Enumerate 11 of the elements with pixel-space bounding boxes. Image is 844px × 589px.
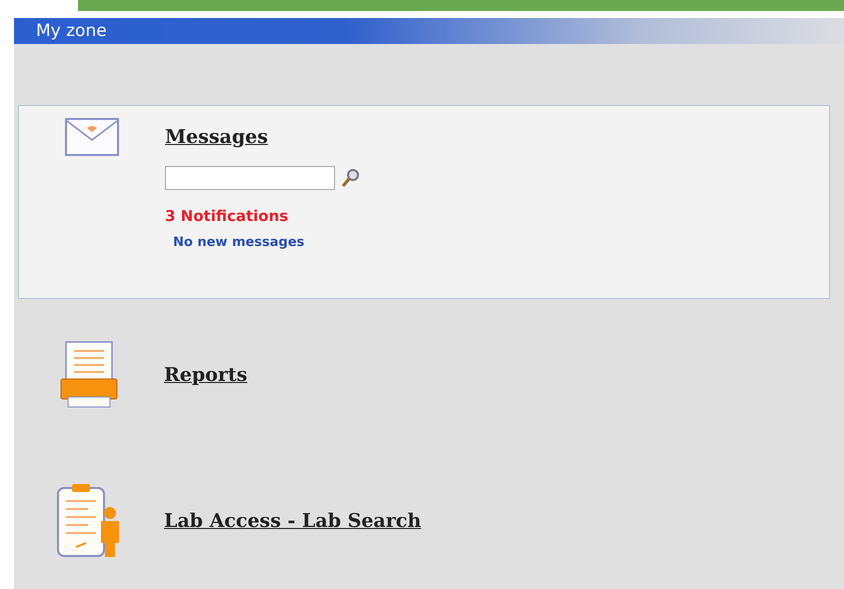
envelope-icon xyxy=(65,118,119,156)
zone-title: My zone xyxy=(36,21,107,41)
search-icon[interactable] xyxy=(341,168,361,188)
clipboard-person-icon xyxy=(56,483,122,559)
section-link[interactable]: Lab Access - Lab Search xyxy=(164,510,422,532)
section-link[interactable]: Reports xyxy=(164,364,248,386)
notifications-count: 3 Notifications xyxy=(165,207,288,225)
section-link[interactable]: Messages xyxy=(165,126,268,148)
printer-icon xyxy=(60,341,118,409)
search-field[interactable] xyxy=(165,166,335,190)
messages-status: No new messages xyxy=(173,235,304,250)
